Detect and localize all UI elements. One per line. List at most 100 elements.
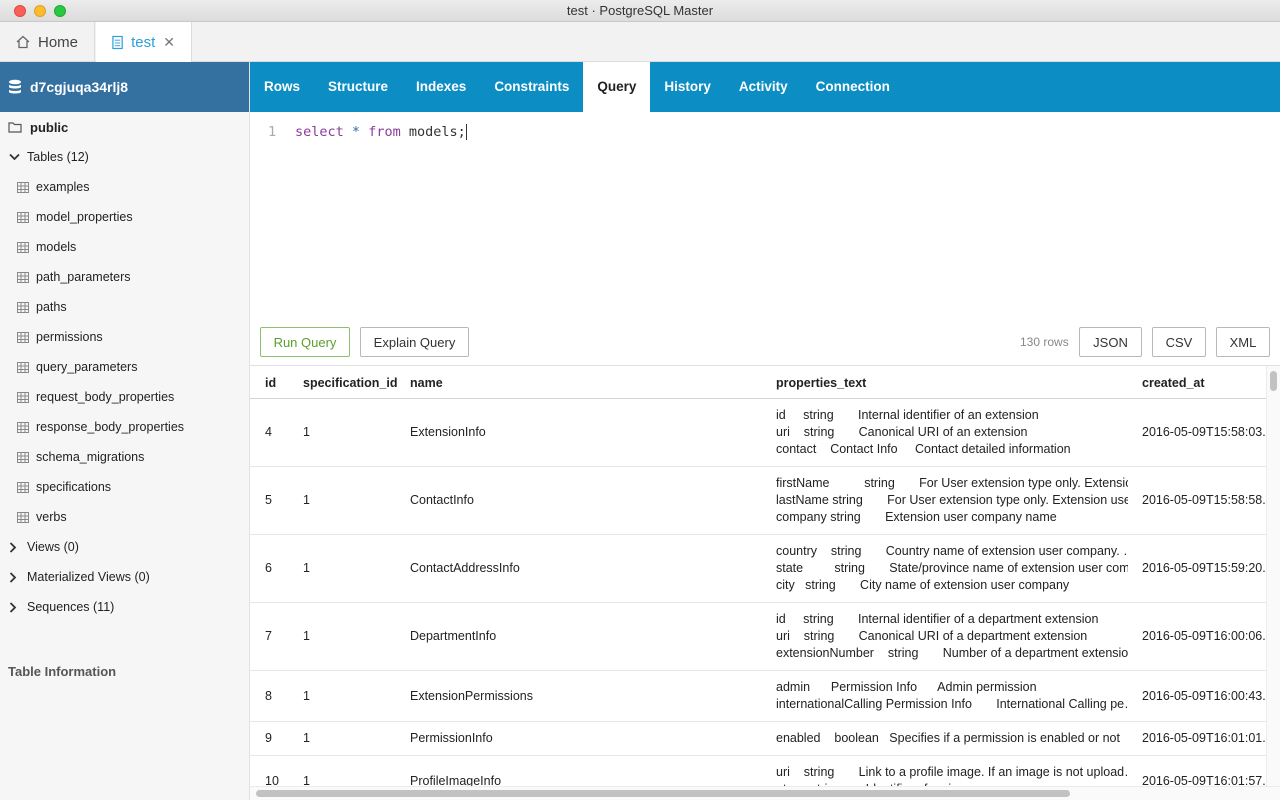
chevron-down-icon — [9, 153, 21, 161]
materialized-views-group[interactable]: Materialized Views (0) — [0, 562, 249, 592]
tab-indexes[interactable]: Indexes — [402, 62, 480, 112]
window-close-button[interactable] — [14, 5, 26, 17]
window-minimize-button[interactable] — [34, 5, 46, 17]
chevron-right-icon — [9, 571, 21, 583]
sidebar-item-table[interactable]: specifications — [0, 472, 249, 502]
property-line: admin Permission Info Admin permission — [776, 680, 1037, 694]
cell-specification-id: 1 — [303, 561, 310, 575]
sequences-group[interactable]: Sequences (11) — [0, 592, 249, 622]
cell-name: ExtensionPermissions — [410, 689, 533, 703]
cell-specification-id: 1 — [303, 493, 310, 507]
column-header-properties-text[interactable]: properties_text — [776, 376, 866, 390]
table-icon — [17, 361, 29, 373]
sidebar-item-table[interactable]: query_parameters — [0, 352, 249, 382]
sidebar-item-table[interactable]: request_body_properties — [0, 382, 249, 412]
column-header-id[interactable]: id — [265, 376, 276, 390]
sidebar-item-table[interactable]: verbs — [0, 502, 249, 532]
table-icon — [17, 271, 29, 283]
views-group[interactable]: Views (0) — [0, 532, 249, 562]
table-row[interactable]: 9 1 PermissionInfo enabled boolean Specifie… — [250, 722, 1266, 756]
table-icon — [17, 451, 29, 463]
table-list: examples model_propertiesmodels path_param… — [0, 172, 249, 532]
cell-name: ProfileImageInfo — [410, 774, 502, 786]
cell-id: 4 — [265, 425, 272, 439]
cell-created-at: 2016-05-09T16:00:06.1 — [1142, 629, 1266, 643]
tab-test[interactable]: test ✕ — [96, 22, 192, 63]
run-query-button[interactable]: Run Query — [260, 327, 350, 357]
table-name: model_properties — [36, 210, 133, 224]
property-line: internationalCalling Permission Info Int… — [776, 697, 1128, 711]
table-name: request_body_properties — [36, 390, 175, 404]
property-line: contact Contact Info Contact detailed in… — [776, 442, 1071, 456]
cell-name: ContactInfo — [410, 493, 474, 507]
sidebar-item-table[interactable]: path_parameters — [0, 262, 249, 292]
table-row[interactable]: 10 1 ProfileImageInfo uri string Link to a … — [250, 756, 1266, 786]
export-csv-button[interactable]: CSV — [1152, 327, 1206, 357]
table-name: verbs — [36, 510, 67, 524]
tab-structure[interactable]: Structure — [314, 62, 402, 112]
table-row[interactable]: 5 1 ContactInfo firstName string For User e… — [250, 467, 1266, 535]
table-icon — [17, 421, 29, 433]
tab-connection[interactable]: Connection — [802, 62, 904, 112]
row-count: 130 rows — [1020, 335, 1069, 349]
tab-activity[interactable]: Activity — [725, 62, 802, 112]
tab-constraints[interactable]: Constraints — [480, 62, 583, 112]
cell-id: 6 — [265, 561, 272, 575]
cell-created-at: 2016-05-09T16:01:57.4 — [1142, 774, 1266, 786]
cell-created-at: 2016-05-09T15:58:58.9 — [1142, 493, 1266, 507]
column-header-created-at[interactable]: created_at — [1142, 376, 1205, 390]
column-header-specification-id[interactable]: specification_id — [303, 376, 397, 390]
operator-star: * — [351, 124, 361, 140]
document-tab-strip: Home test ✕ — [0, 22, 1280, 63]
database-icon — [9, 79, 21, 94]
window-maximize-button[interactable] — [54, 5, 66, 17]
cell-properties-text: enabled boolean Specifies if a permissio… — [776, 730, 1128, 747]
tab-test-label: test — [131, 34, 156, 51]
sql-code[interactable]: select * from models; — [295, 124, 467, 140]
export-xml-button[interactable]: XML — [1216, 327, 1270, 357]
close-icon[interactable]: ✕ — [163, 34, 175, 51]
sidebar-item-table[interactable]: model_properties — [0, 202, 249, 232]
sidebar-item-table[interactable]: permissions — [0, 322, 249, 352]
sidebar-item-table[interactable]: response_body_properties — [0, 412, 249, 442]
column-header-name[interactable]: name — [410, 376, 443, 390]
table-name: examples — [36, 180, 90, 194]
horizontal-scrollbar[interactable] — [250, 786, 1280, 800]
table-row[interactable]: 7 1 DepartmentInfo id string Internal ident… — [250, 603, 1266, 671]
sidebar-item-table[interactable]: schema_migrations — [0, 442, 249, 472]
tab-history[interactable]: History — [650, 62, 725, 112]
cell-id: 8 — [265, 689, 272, 703]
property-line: uri string Link to a profile image. If a… — [776, 765, 1128, 779]
sequences-group-label: Sequences (11) — [27, 600, 115, 614]
cell-specification-id: 1 — [303, 774, 310, 786]
export-json-button[interactable]: JSON — [1079, 327, 1142, 357]
cell-specification-id: 1 — [303, 425, 310, 439]
sql-editor[interactable]: 1 select * from models; — [250, 112, 1280, 322]
view-tabs: Rows Structure Indexes Constraints Query Hist… — [250, 62, 1280, 112]
table-row[interactable]: 8 1 ExtensionPermissions admin Permission I… — [250, 671, 1266, 722]
table-name: query_parameters — [36, 360, 138, 374]
tab-home[interactable]: Home — [0, 22, 95, 62]
vertical-scrollbar[interactable] — [1266, 366, 1280, 786]
schema-public[interactable]: public — [0, 112, 249, 142]
table-icon — [17, 241, 29, 253]
sidebar-item-table[interactable]: examples — [0, 172, 249, 202]
tables-group[interactable]: Tables (12) — [0, 142, 249, 172]
explain-query-button[interactable]: Explain Query — [360, 327, 469, 357]
table-row[interactable]: 6 1 ContactAddressInfo country string Count… — [250, 535, 1266, 603]
table-name: permissions — [36, 330, 103, 344]
database-header[interactable]: d7cgjuqa34rlj8 — [0, 62, 249, 112]
tab-rows[interactable]: Rows — [250, 62, 314, 112]
window-titlebar: test · PostgreSQL Master — [0, 0, 1280, 22]
materialized-views-group-label: Materialized Views (0) — [27, 570, 150, 584]
sidebar-item-table[interactable]: models — [0, 232, 249, 262]
horizontal-scroll-thumb[interactable] — [256, 790, 1070, 797]
property-line: company string Extension user company na… — [776, 510, 1057, 524]
table-row[interactable]: 4 1 ExtensionInfo id string Internal identi… — [250, 399, 1266, 467]
table-name: response_body_properties — [36, 420, 185, 434]
tab-query[interactable]: Query — [583, 62, 651, 112]
text-cursor — [465, 124, 467, 140]
vertical-scroll-thumb[interactable] — [1270, 371, 1277, 391]
sidebar-item-table[interactable]: paths — [0, 292, 249, 322]
property-line: state string State/province name of exte… — [776, 561, 1128, 575]
